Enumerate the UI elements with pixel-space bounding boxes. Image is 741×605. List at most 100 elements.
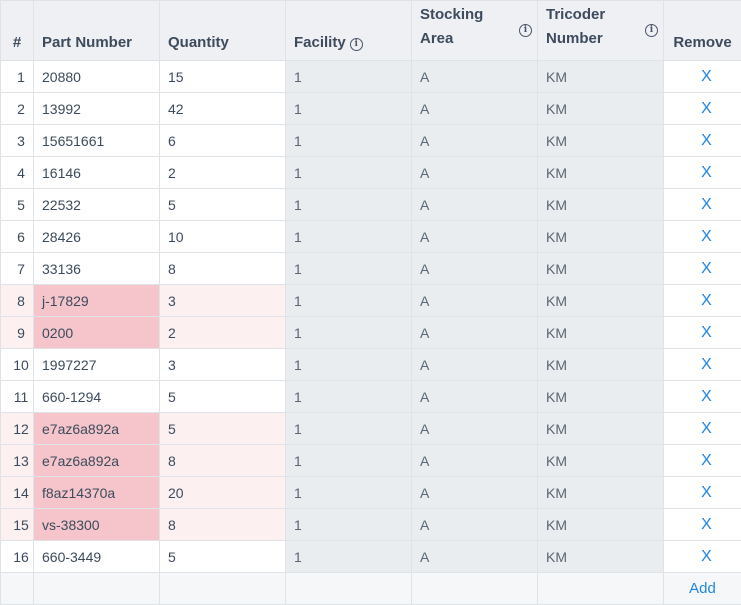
remove-row-button[interactable]: X <box>701 196 712 213</box>
remove-row-button[interactable]: X <box>701 324 712 341</box>
tricoder-number-cell: KM <box>538 509 664 541</box>
header-stocking-area: Stocking Area i <box>412 1 538 61</box>
row-number-cell: 16 <box>1 541 34 573</box>
remove-row-button[interactable]: X <box>701 292 712 309</box>
stocking-area-cell: A <box>412 381 538 413</box>
part-number-cell[interactable]: 1997227 <box>34 349 160 381</box>
quantity-cell[interactable]: 3 <box>160 349 286 381</box>
tricoder-number-cell: KM <box>538 413 664 445</box>
remove-row-button[interactable]: X <box>701 260 712 277</box>
add-row-button[interactable]: Add <box>689 580 716 597</box>
part-number-cell[interactable]: 22532 <box>34 189 160 221</box>
quantity-cell[interactable]: 8 <box>160 253 286 285</box>
stocking-area-cell: A <box>412 477 538 509</box>
part-number-cell[interactable]: 20880 <box>34 61 160 93</box>
stocking-area-cell: A <box>412 157 538 189</box>
facility-cell: 1 <box>286 93 412 125</box>
tricoder-info-icon[interactable]: i <box>645 24 658 37</box>
part-number-cell[interactable]: 15651661 <box>34 125 160 157</box>
remove-row-button[interactable]: X <box>701 484 712 501</box>
table-row: 73313681AKMX <box>1 253 741 285</box>
part-number-cell[interactable]: 660-3449 <box>34 541 160 573</box>
tricoder-number-cell: KM <box>538 157 664 189</box>
remove-row-button[interactable]: X <box>701 68 712 85</box>
remove-row-button[interactable]: X <box>701 452 712 469</box>
remove-cell: X <box>664 285 741 317</box>
footer-cell <box>538 573 664 605</box>
tricoder-number-cell: KM <box>538 381 664 413</box>
row-number-cell: 9 <box>1 317 34 349</box>
quantity-cell[interactable]: 10 <box>160 221 286 253</box>
part-number-cell[interactable]: 33136 <box>34 253 160 285</box>
remove-cell: X <box>664 509 741 541</box>
part-number-cell[interactable]: j-17829 <box>34 285 160 317</box>
quantity-cell[interactable]: 42 <box>160 93 286 125</box>
remove-row-button[interactable]: X <box>701 356 712 373</box>
remove-row-button[interactable]: X <box>701 164 712 181</box>
remove-row-button[interactable]: X <box>701 228 712 245</box>
part-number-cell[interactable]: 28426 <box>34 221 160 253</box>
row-number-cell: 7 <box>1 253 34 285</box>
facility-info-icon[interactable]: i <box>350 38 363 51</box>
table-row: 13e7az6a892a81AKMX <box>1 445 741 477</box>
quantity-cell[interactable]: 15 <box>160 61 286 93</box>
quantity-cell[interactable]: 5 <box>160 541 286 573</box>
table-row: 11660-129451AKMX <box>1 381 741 413</box>
quantity-cell[interactable]: 8 <box>160 445 286 477</box>
stocking-area-cell: A <box>412 317 538 349</box>
stocking-area-info-icon[interactable]: i <box>519 24 532 37</box>
remove-row-button[interactable]: X <box>701 388 712 405</box>
quantity-cell[interactable]: 6 <box>160 125 286 157</box>
remove-cell: X <box>664 125 741 157</box>
quantity-cell[interactable]: 20 <box>160 477 286 509</box>
table-row: 10199722731AKMX <box>1 349 741 381</box>
table-row: 12e7az6a892a51AKMX <box>1 413 741 445</box>
tricoder-number-cell: KM <box>538 93 664 125</box>
row-number-cell: 6 <box>1 221 34 253</box>
quantity-cell[interactable]: 5 <box>160 189 286 221</box>
table-row: 41614621AKMX <box>1 157 741 189</box>
part-number-cell[interactable]: vs-38300 <box>34 509 160 541</box>
table-row: 120880151AKMX <box>1 61 741 93</box>
part-number-cell[interactable]: e7az6a892a <box>34 445 160 477</box>
part-number-cell[interactable]: f8az14370a <box>34 477 160 509</box>
remove-row-button[interactable]: X <box>701 420 712 437</box>
part-number-cell[interactable]: 660-1294 <box>34 381 160 413</box>
remove-row-button[interactable]: X <box>701 132 712 149</box>
remove-cell: X <box>664 381 741 413</box>
tricoder-number-cell: KM <box>538 125 664 157</box>
quantity-cell[interactable]: 3 <box>160 285 286 317</box>
remove-row-button[interactable]: X <box>701 100 712 117</box>
footer-cell <box>412 573 538 605</box>
remove-cell: X <box>664 317 741 349</box>
part-number-cell[interactable]: 13992 <box>34 93 160 125</box>
facility-cell: 1 <box>286 189 412 221</box>
facility-cell: 1 <box>286 317 412 349</box>
stocking-area-cell: A <box>412 413 538 445</box>
row-number-cell: 11 <box>1 381 34 413</box>
quantity-cell[interactable]: 5 <box>160 381 286 413</box>
part-number-cell[interactable]: 16146 <box>34 157 160 189</box>
footer-cell <box>34 573 160 605</box>
header-stocking-area-line1: Stocking <box>420 3 537 27</box>
facility-cell: 1 <box>286 413 412 445</box>
remove-cell: X <box>664 477 741 509</box>
quantity-cell[interactable]: 8 <box>160 509 286 541</box>
part-number-cell[interactable]: e7az6a892a <box>34 413 160 445</box>
row-number-cell: 2 <box>1 93 34 125</box>
stocking-area-cell: A <box>412 125 538 157</box>
remove-cell: X <box>664 61 741 93</box>
part-number-cell[interactable]: 0200 <box>34 317 160 349</box>
table-row: 9020021AKMX <box>1 317 741 349</box>
quantity-cell[interactable]: 2 <box>160 317 286 349</box>
quantity-cell[interactable]: 2 <box>160 157 286 189</box>
remove-row-button[interactable]: X <box>701 548 712 565</box>
parts-table: # Part Number Quantity Facilityi Stockin… <box>0 0 741 605</box>
footer-row: Add <box>1 573 741 605</box>
row-number-cell: 13 <box>1 445 34 477</box>
table-footer: Add <box>1 573 741 605</box>
quantity-cell[interactable]: 5 <box>160 413 286 445</box>
row-number-cell: 5 <box>1 189 34 221</box>
remove-row-button[interactable]: X <box>701 516 712 533</box>
tricoder-number-cell: KM <box>538 541 664 573</box>
